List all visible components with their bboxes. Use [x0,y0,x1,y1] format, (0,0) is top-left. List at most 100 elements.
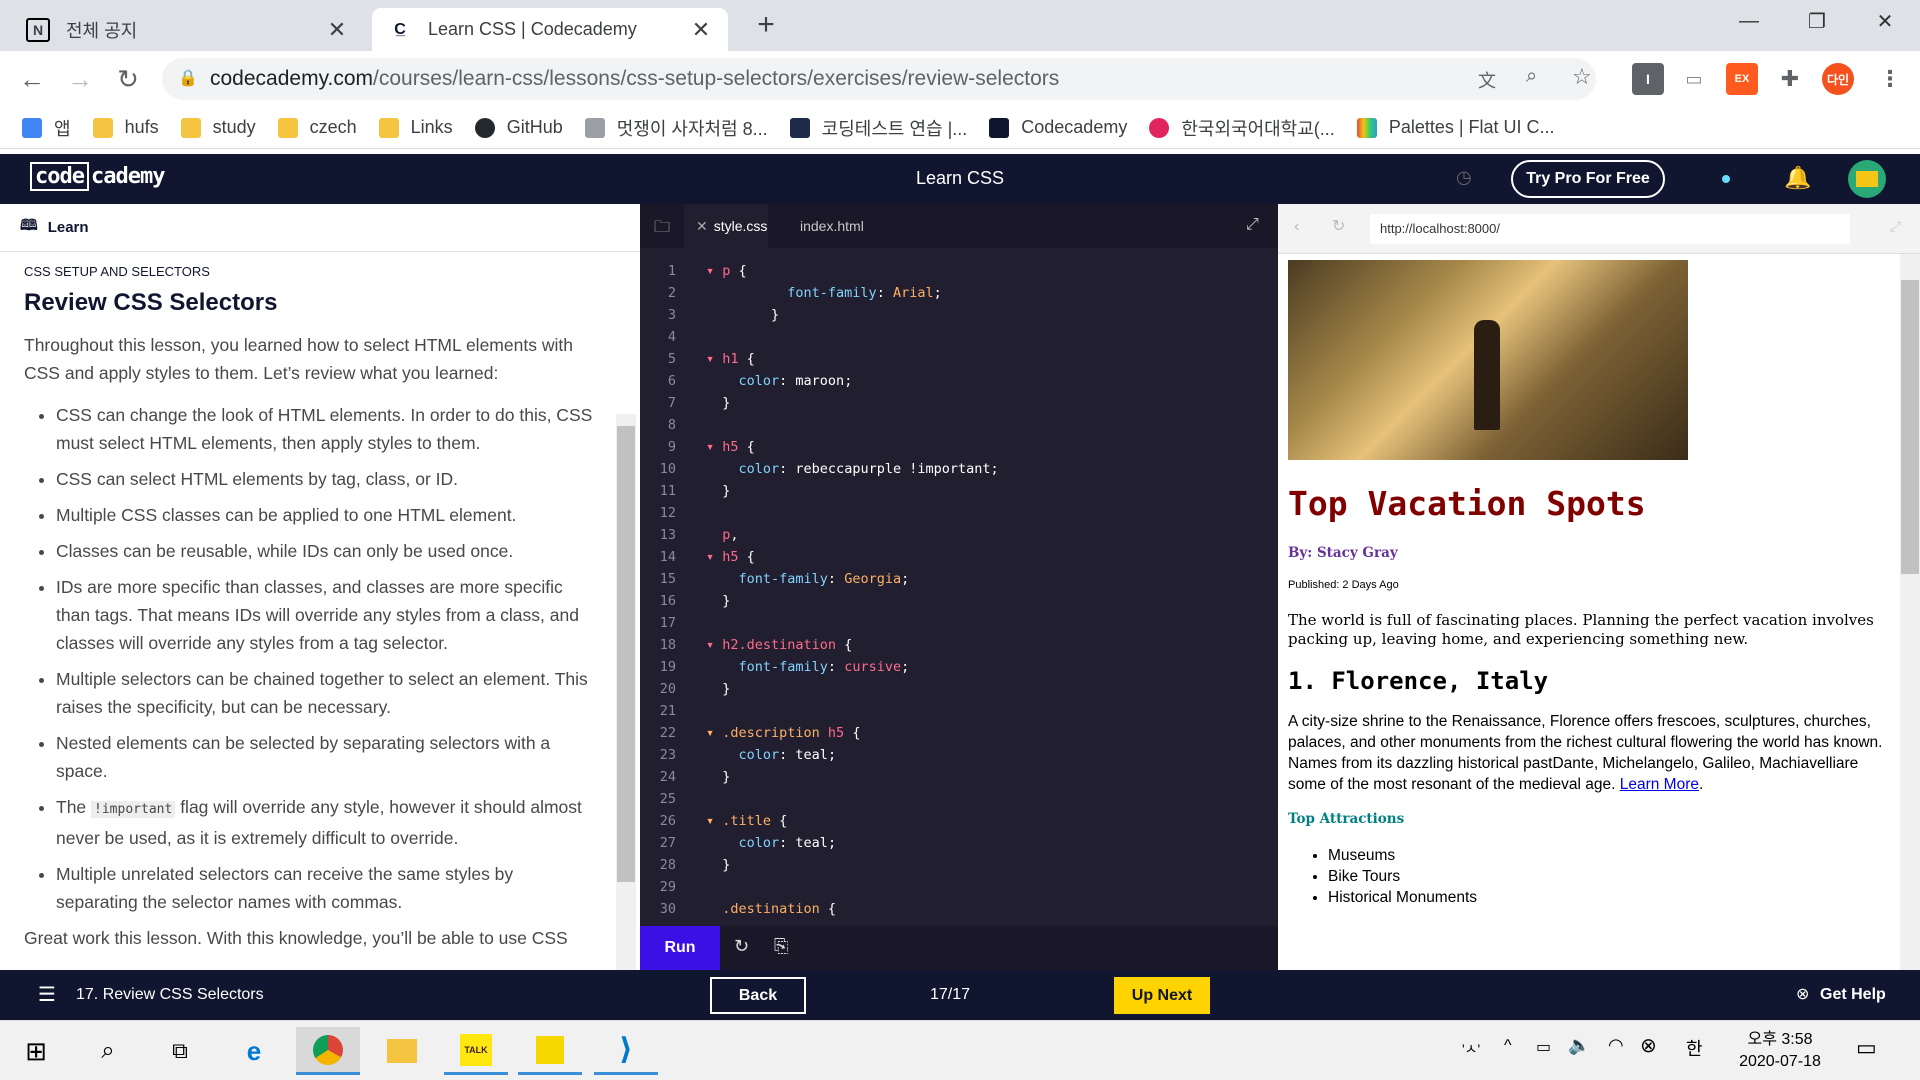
bookmark-hufs-univ[interactable]: 한국외국어대학교(... [1149,115,1335,141]
search-icon[interactable]: ⌕ [76,1027,140,1075]
close-file-icon[interactable]: ✕ [696,218,708,235]
chrome-icon[interactable] [296,1027,360,1075]
tab-index-html[interactable]: index.html [792,204,876,248]
bookmark-label: 코딩테스트 연습 |... [821,118,968,139]
bookmark-hufs[interactable]: hufs [92,117,159,138]
lesson-footer: ☰ 17. Review CSS Selectors Back 17/17 Up… [0,970,1920,1020]
hamburger-icon[interactable]: ☰ [38,982,56,1007]
bookmark-label: Codecademy [1021,117,1128,137]
translate-icon[interactable]: 文 [1478,67,1496,93]
copy-icon[interactable]: ⎘ [774,936,788,957]
bookmark-star-icon[interactable]: ☆ [1572,64,1592,90]
close-tab-icon[interactable]: ✕ [326,17,348,43]
description-text: A city-size shrine to the Renaissance, F… [1288,713,1883,793]
wifi-icon[interactable]: ◠ [1608,1035,1624,1056]
learn-scrollbar-thumb[interactable] [617,426,635,882]
list-item: Bike Tours [1328,866,1884,887]
preview-refresh-icon[interactable]: ↻ [1332,216,1345,236]
extension-i-icon[interactable]: I [1632,63,1664,95]
bookmark-codecademy[interactable]: Codecademy [989,117,1127,138]
volume-icon[interactable]: 🔈 [1568,1035,1590,1056]
avatar[interactable] [1848,160,1886,198]
help-icon: ⊗ [1796,986,1810,1003]
extension-cast-icon[interactable]: ▭ [1678,63,1710,95]
close-tab-icon[interactable]: ✕ [690,17,712,43]
lesson-outro: Great work this lesson. With this knowle… [24,928,568,948]
preview-back-icon[interactable]: ‹ [1294,218,1299,236]
list-item: Historical Monuments [1328,887,1884,908]
bookmark-czech[interactable]: czech [277,117,357,138]
new-tab-button[interactable]: + [748,8,784,44]
bookmark-palettes[interactable]: Palettes | Flat UI C... [1356,117,1555,138]
minimize-button[interactable]: — [1714,0,1784,42]
folder-icon[interactable]: 🗀 [654,216,670,243]
bell-icon[interactable]: 🔔 [1784,165,1811,191]
byline: By: Stacy Gray [1288,545,1398,561]
url-text[interactable]: codecademy.com/courses/learn-css/lessons… [210,58,1059,100]
file-tab-label: index.html [800,218,864,234]
code-editor: 🗀 ✕ style.css index.html ⤢ 1 ▾ p { 2 font-… [640,204,1278,970]
clock-icon[interactable]: ◷ [1456,167,1472,188]
text-span: The [56,797,87,817]
battery-icon[interactable]: ▭ [1536,1037,1551,1057]
file-explorer-icon[interactable] [370,1027,434,1075]
reload-icon[interactable]: ↻ [112,63,144,95]
bookmark-links[interactable]: Links [378,117,453,138]
extension-ex-icon[interactable]: EX [1726,63,1758,95]
sticky-notes-icon[interactable] [518,1027,582,1075]
profile-avatar[interactable]: 다인 [1822,63,1854,95]
learn-more-link[interactable]: Learn More [1620,776,1699,793]
notification-icon[interactable]: ▭ [1856,1035,1877,1061]
avatar-icon [1856,171,1878,187]
system-clock[interactable]: 오후 3:58 2020-07-18 [1720,1029,1840,1073]
back-button[interactable]: Back [710,977,806,1014]
url-domain: codecademy.com [210,67,374,90]
get-help-button[interactable]: Get Help [1820,970,1886,1020]
chevron-up-icon[interactable]: ^ [1504,1037,1512,1055]
tab-codecademy[interactable]: C̲ Learn CSS | Codecademy ✕ [372,8,728,51]
sticky-note-shape [536,1035,564,1064]
programmers-icon [789,117,810,138]
menu-kebab-icon[interactable]: ⋮ [1874,63,1906,95]
ime-indicator[interactable]: 'ㅅ' [1462,1039,1480,1059]
list-item: Museums [1328,845,1884,866]
blocked-icon[interactable]: ⊗ [1640,1033,1657,1058]
clock-date: 2020-07-18 [1739,1053,1821,1070]
try-pro-button[interactable]: Try Pro For Free [1511,160,1665,198]
language-indicator[interactable]: 한 [1686,1035,1703,1061]
inline-code: !important [91,801,176,818]
lesson-title: Review CSS Selectors [24,289,278,316]
edge-icon[interactable]: e [222,1027,286,1075]
hiker-image [1288,260,1688,460]
preview-expand-icon[interactable]: ⤢ [1890,218,1901,235]
bookmark-likelion[interactable]: 멋쟁이 사자처럼 8... [584,115,768,141]
up-next-button[interactable]: Up Next [1114,977,1210,1014]
forward-icon[interactable]: → [64,63,96,95]
bookmark-label: GitHub [506,117,563,137]
bookmark-github[interactable]: GitHub [474,117,563,138]
tab-style-css[interactable]: ✕ style.css [684,204,768,248]
restore-button[interactable]: ❐ [1782,0,1852,42]
tab-notion[interactable]: N 전체 공지 ✕ [10,8,364,51]
windows-start-icon[interactable]: ⊞ [4,1027,68,1075]
bookmark-apps[interactable]: 앱 [22,115,71,141]
current-lesson[interactable]: 17. Review CSS Selectors [76,970,264,1020]
reset-icon[interactable]: ↻ [734,936,749,957]
back-icon[interactable]: ← [16,63,48,95]
zoom-icon[interactable]: ⌕ [1526,65,1537,88]
run-button[interactable]: Run [640,926,720,970]
expand-icon[interactable]: ⤢ [1246,216,1259,234]
extensions-puzzle-icon[interactable]: ✚ [1774,63,1806,95]
code-lines[interactable]: 1 ▾ p { 2 font-family: Arial; 3 } 4 5 ▾ h1… [640,260,1260,920]
attractions-list: Museums Bike Tours Historical Monuments [1288,845,1884,908]
preview-url: http://localhost:8000/ [1370,214,1850,244]
close-window-button[interactable]: ✕ [1850,0,1920,42]
kakaotalk-icon[interactable]: TALK [444,1027,508,1075]
task-view-icon[interactable]: ⧉ [148,1027,212,1075]
bookmark-coding-test[interactable]: 코딩테스트 연습 |... [789,115,968,141]
preview-scrollbar-thumb[interactable] [1901,280,1919,574]
bookmark-study[interactable]: study [180,117,256,138]
address-bar[interactable]: 🔒 codecademy.com/courses/learn-css/lesso… [162,58,1596,100]
vscode-icon[interactable]: ⟩ [594,1027,658,1075]
preview-toolbar: ‹ ↻ http://localhost:8000/ ⤢ [1278,204,1920,254]
